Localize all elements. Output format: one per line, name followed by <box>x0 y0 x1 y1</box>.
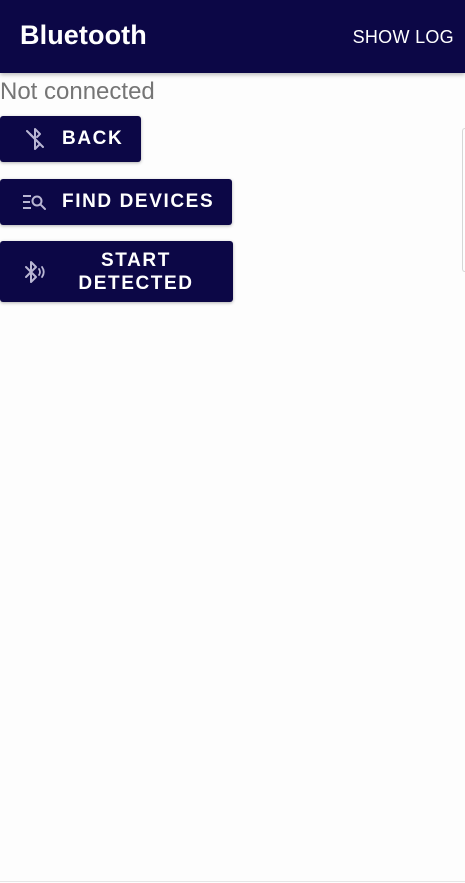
start-detected-label-line2: DETECTED <box>78 272 194 294</box>
start-detected-button[interactable]: START DETECTED <box>0 241 233 302</box>
bluetooth-disabled-icon <box>21 125 49 153</box>
back-button-label: BACK <box>62 128 124 149</box>
start-detected-button-label: START DETECTED <box>49 249 223 295</box>
bottom-divider <box>0 881 465 882</box>
find-devices-button-label: FIND DEVICES <box>62 191 215 212</box>
back-button[interactable]: BACK <box>0 116 141 162</box>
show-log-button[interactable]: SHOW LOG <box>353 27 454 48</box>
bluetooth-searching-icon <box>21 258 49 286</box>
manage-search-icon <box>20 188 48 216</box>
start-detected-label-line1: START <box>101 249 171 271</box>
connection-status: Not connected <box>0 78 155 105</box>
app-title: Bluetooth <box>20 20 147 50</box>
app-bar: Bluetooth SHOW LOG <box>0 0 465 73</box>
app-screen: Bluetooth SHOW LOG Not connected BACK FI… <box>0 0 465 883</box>
find-devices-button[interactable]: FIND DEVICES <box>0 179 232 225</box>
